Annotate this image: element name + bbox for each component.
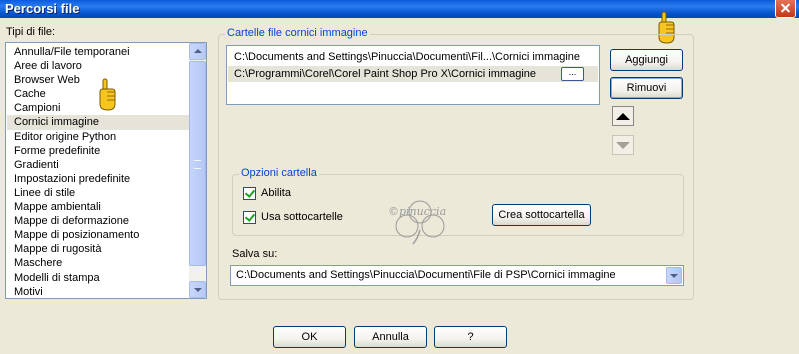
file-type-item[interactable]: Forme predefinite <box>7 144 191 158</box>
enable-label: Abilita <box>261 187 291 199</box>
help-button[interactable]: ? <box>434 326 507 348</box>
file-type-item[interactable]: Mappe ambientali <box>7 200 191 214</box>
pointing-hand-icon <box>99 78 116 111</box>
folder-paths-list[interactable]: C:\Documents and Settings\Pinuccia\Docum… <box>226 45 600 105</box>
file-types-scrollbar[interactable] <box>189 43 206 298</box>
file-type-item[interactable]: Aree di lavoro <box>7 59 191 73</box>
title-bar: Percorsi file <box>0 0 799 18</box>
file-type-item[interactable]: Mappe di rugosità <box>7 242 191 256</box>
close-icon[interactable] <box>775 0 796 18</box>
watermark-logo: ©pinuccia <box>380 200 460 246</box>
chevron-down-icon[interactable] <box>666 267 682 284</box>
watermark-text: ©pinuccia <box>388 205 447 218</box>
folder-options-title: Opzioni cartella <box>239 167 319 179</box>
file-type-item[interactable]: Mappe di posizionamento <box>7 228 191 242</box>
file-type-item[interactable]: Impostazioni predefinite <box>7 172 191 186</box>
file-type-item[interactable]: Linee di stile <box>7 186 191 200</box>
browse-button[interactable]: ... <box>561 67 584 81</box>
file-type-item[interactable]: Mappe di deformazione <box>7 214 191 228</box>
file-type-item[interactable]: Motivi <box>7 285 191 298</box>
move-up-icon[interactable] <box>612 106 634 126</box>
cancel-button[interactable]: Annulla <box>354 326 427 348</box>
ok-button[interactable]: OK <box>273 326 346 348</box>
folders-group-title: Cartelle file cornici immagine <box>225 27 370 39</box>
save-to-select[interactable]: C:\Documents and Settings\Pinuccia\Docum… <box>230 265 684 286</box>
use-subfolders-checkbox[interactable] <box>243 211 256 224</box>
add-button[interactable]: Aggiungi <box>610 49 683 71</box>
folder-path-row[interactable]: C:\Programmi\Corel\Corel Paint Shop Pro … <box>228 66 598 82</box>
remove-button[interactable]: Rimuovi <box>610 77 683 99</box>
folder-path-text: C:\Programmi\Corel\Corel Paint Shop Pro … <box>234 68 536 80</box>
scroll-thumb[interactable] <box>189 61 206 266</box>
file-type-item[interactable]: Annulla/File temporanei <box>7 45 191 59</box>
file-types-label: Tipi di file: <box>6 26 56 38</box>
save-to-value: C:\Documents and Settings\Pinuccia\Docum… <box>236 269 616 281</box>
scroll-up-icon[interactable] <box>189 43 206 60</box>
save-to-label: Salva su: <box>232 248 278 260</box>
file-type-item[interactable]: Editor origine Python <box>7 130 191 144</box>
window-title: Percorsi file <box>5 1 80 16</box>
use-subfolders-label: Usa sottocartelle <box>261 211 343 223</box>
file-type-item[interactable]: Gradienti <box>7 158 191 172</box>
folder-path-text: C:\Documents and Settings\Pinuccia\Docum… <box>234 51 581 63</box>
file-type-item[interactable]: Modelli di stampa <box>7 271 191 285</box>
enable-checkbox[interactable] <box>243 187 256 200</box>
file-type-item[interactable]: Cornici immagine <box>7 115 191 130</box>
create-subfolder-button[interactable]: Crea sottocartella <box>492 204 591 226</box>
move-down-icon[interactable] <box>612 135 634 155</box>
file-type-item[interactable]: Maschere <box>7 256 191 270</box>
scroll-down-icon[interactable] <box>189 281 206 298</box>
folder-path-row[interactable]: C:\Documents and Settings\Pinuccia\Docum… <box>228 49 598 65</box>
